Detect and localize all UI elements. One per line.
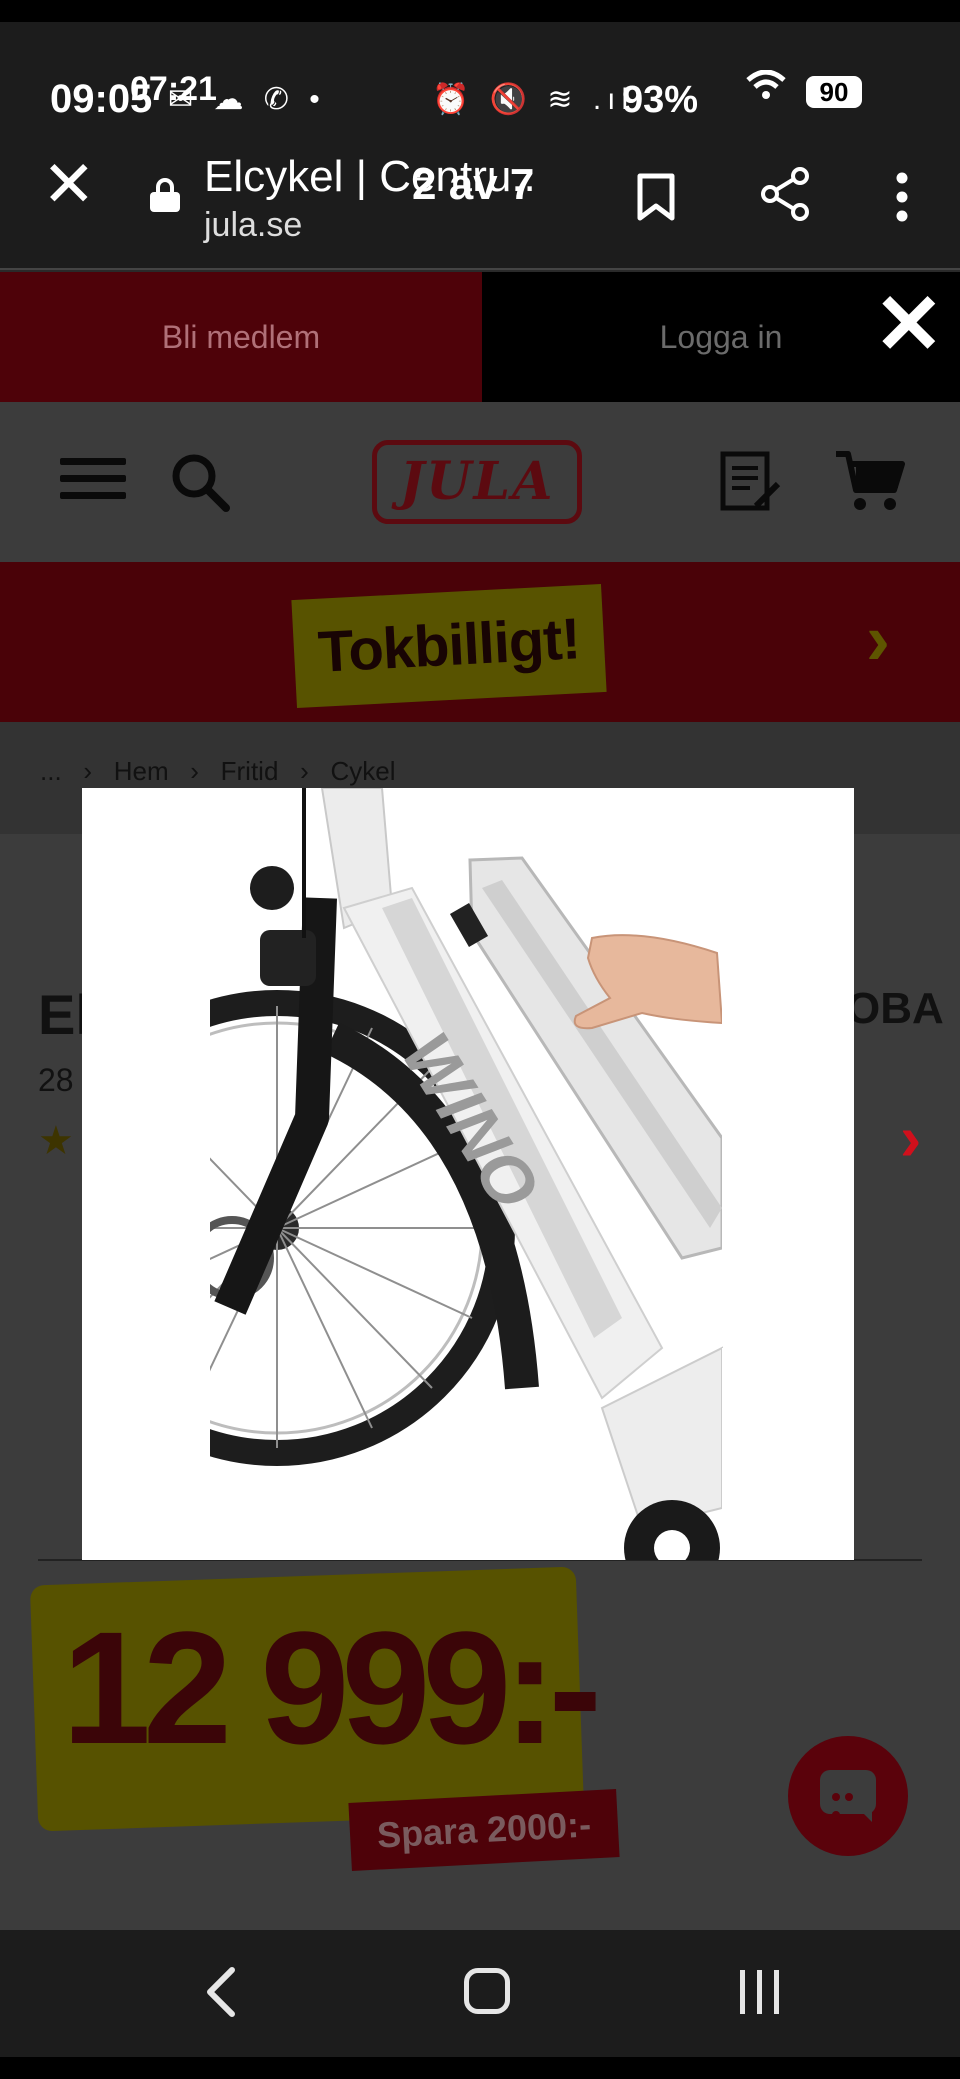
lock-icon[interactable]	[150, 178, 180, 212]
breadcrumb-separator-icon: ›	[285, 756, 324, 786]
breadcrumb-separator-icon: ›	[68, 756, 107, 786]
notification-icons: ✉ ☁ ✆ •	[168, 83, 326, 116]
browser-toolbar: ✕ Elcykel | Centru.. 2 av 7 jula.se	[0, 142, 960, 270]
cart-icon	[834, 450, 906, 514]
site-header: JULA	[0, 402, 960, 558]
breadcrumb-fritid: Fritid	[220, 756, 279, 786]
rating-star-icon: ★	[38, 1119, 74, 1163]
close-viewer-icon[interactable]: ✕	[874, 282, 944, 366]
battery-percent: 93%	[622, 79, 699, 121]
close-icon[interactable]: ✕	[42, 152, 96, 216]
chat-button[interactable]	[788, 1736, 908, 1856]
screen: 09:05 07:21 ✉ ☁ ✆ • ⏰ 🔇 ≋ .ıl 93% 90 ✕ E…	[0, 0, 960, 2079]
system-nav-bar	[0, 1930, 960, 2057]
bottom-edge	[0, 2057, 960, 2079]
image-viewer[interactable]: WINO	[82, 788, 854, 1560]
bookmark-icon[interactable]	[636, 172, 676, 222]
product-title-end: OBA	[846, 984, 944, 1033]
jula-logo: JULA	[372, 440, 582, 524]
recent-apps-icon[interactable]	[738, 1970, 782, 2014]
battery-icon: 90	[806, 76, 862, 108]
logo-text: JULA	[399, 451, 555, 512]
wifi-icon	[746, 69, 786, 108]
menu-icon	[60, 458, 126, 502]
saving-badge: Spara 2000:-	[348, 1789, 620, 1871]
more-options-icon[interactable]	[896, 172, 908, 222]
back-icon[interactable]	[196, 1964, 246, 2020]
status-bar: 09:05 07:21 ✉ ☁ ✆ • ⏰ 🔇 ≋ .ıl 93% 90	[0, 22, 960, 142]
share-icon[interactable]	[760, 166, 812, 222]
breadcrumb-separator-icon: ›	[175, 756, 214, 786]
become-member-link: Bli medlem	[0, 272, 482, 402]
breadcrumb-home: Hem	[113, 756, 169, 786]
domain-label[interactable]: jula.se	[204, 206, 302, 245]
breadcrumb-ellipsis: ...	[40, 756, 62, 786]
system-icons: ⏰ 🔇 ≋ .ıl	[432, 83, 635, 116]
price-value: 12 999:-	[62, 1598, 602, 1777]
bike-battery-image: WINO	[82, 788, 854, 1560]
breadcrumb-cykel: Cykel	[330, 756, 396, 786]
product-subtitle-start: 28	[38, 1062, 74, 1098]
top-edge	[0, 0, 960, 22]
chevron-right-icon: ›	[866, 600, 890, 680]
home-icon[interactable]	[464, 1968, 510, 2014]
image-counter: 2 av 7	[412, 160, 535, 209]
promo-tag: Tokbilligt!	[291, 583, 607, 709]
member-bar: Bli medlem Logga in ✕	[0, 272, 960, 402]
promo-banner: Tokbilligt! ›	[0, 562, 960, 722]
shopping-list-icon	[720, 448, 782, 514]
next-image-icon[interactable]: ›	[900, 1106, 921, 1170]
search-icon	[168, 450, 232, 514]
